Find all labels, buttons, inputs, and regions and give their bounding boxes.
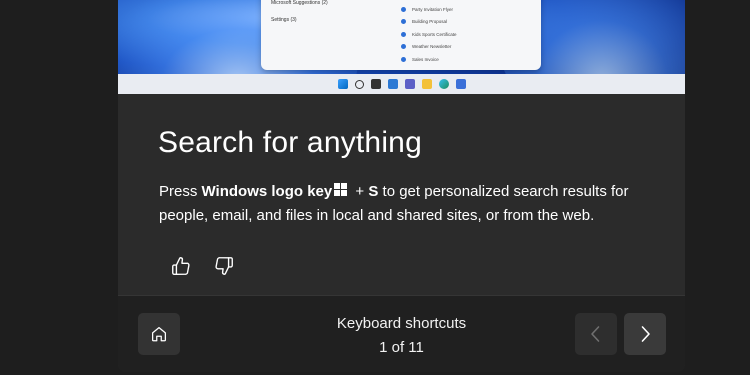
popup-result-item: Weather Newsletter [401, 41, 457, 54]
chevron-right-icon [641, 326, 650, 342]
next-tip-button[interactable] [624, 313, 666, 355]
tip-illustration: Microsoft Suggestions (2) Settings (3) P… [118, 0, 685, 94]
windows-logo-icon [334, 183, 348, 197]
search-popup-preview: Microsoft Suggestions (2) Settings (3) P… [261, 0, 541, 70]
search-icon [354, 79, 364, 89]
popup-result-item: Kids Sports Certificate [401, 28, 457, 41]
store-icon [455, 79, 466, 89]
file-explorer-icon [421, 79, 432, 89]
thumbs-down-icon [215, 257, 233, 275]
tip-title: Search for anything [158, 126, 422, 159]
popup-result-item: Building Proposal [401, 16, 457, 29]
s-key-label: S [368, 183, 379, 200]
thumbs-up-button[interactable] [168, 253, 194, 279]
task-view-icon [370, 79, 381, 89]
popup-result-item: Sales Invoice [401, 53, 457, 66]
chat-icon [404, 79, 415, 89]
popup-suggestions-label: Microsoft Suggestions (2) [271, 0, 328, 6]
chevron-left-icon [591, 326, 600, 342]
start-icon [337, 79, 348, 89]
tip-description: Press Windows logo key + S to get person… [159, 183, 629, 224]
widgets-icon [387, 79, 398, 89]
windows-key-label: Windows logo key [201, 183, 333, 200]
previous-tip-button[interactable] [575, 313, 617, 355]
tips-footer: Keyboard shortcuts 1 of 11 [118, 295, 685, 372]
thumbs-down-button[interactable] [211, 253, 237, 279]
popup-settings-label: Settings (3) [271, 17, 297, 23]
thumbs-up-icon [172, 257, 190, 275]
popup-result-item: Party Invitation Flyer [401, 3, 457, 16]
tip-card: Microsoft Suggestions (2) Settings (3) P… [118, 0, 685, 372]
taskbar-preview [118, 74, 685, 94]
edge-icon [438, 79, 449, 89]
feedback-buttons [168, 253, 237, 279]
